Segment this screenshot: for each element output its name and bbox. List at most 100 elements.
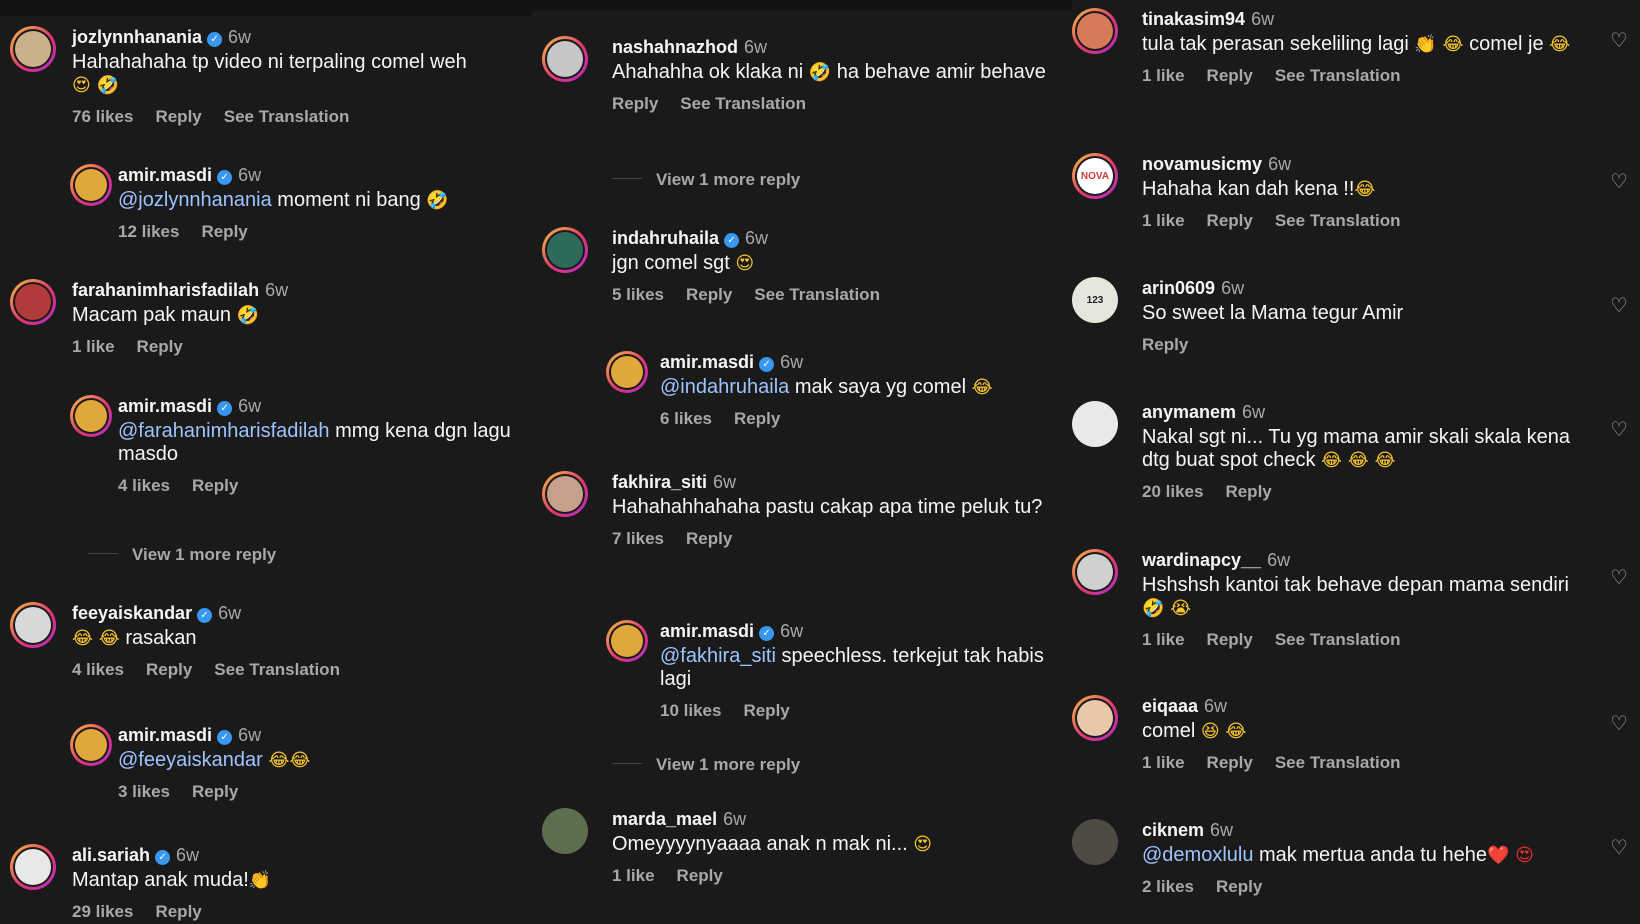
reply-button[interactable]: Reply [677,866,723,885]
avatar[interactable] [606,620,648,662]
avatar[interactable] [606,351,648,393]
likes-count[interactable]: 12 likes [118,222,179,241]
username[interactable]: marda_mael [612,809,717,829]
username[interactable]: amir.masdi [118,725,212,745]
likes-count[interactable]: 76 likes [72,107,133,126]
see-translation-button[interactable]: See Translation [214,660,340,679]
like-heart-icon[interactable]: ♡ [1610,171,1630,191]
mention-link[interactable]: @feeyaiskandar [118,749,263,771]
reply-button[interactable]: Reply [146,660,192,679]
mention-link[interactable]: @jozlynnhanania [118,189,272,211]
avatar[interactable]: 123 [1072,277,1118,323]
mention-link[interactable]: @indahruhaila [660,376,789,398]
avatar[interactable] [10,844,56,890]
likes-count[interactable]: 1 like [1142,630,1185,649]
mention-link[interactable]: @fakhira_siti [660,645,776,667]
likes-count[interactable]: 4 likes [118,476,170,495]
username[interactable]: ciknem [1142,820,1204,840]
see-translation-button[interactable]: See Translation [680,94,806,113]
reply-button[interactable]: Reply [686,285,732,304]
avatar[interactable] [1072,819,1118,865]
username[interactable]: tinakasim94 [1142,9,1245,29]
username[interactable]: ali.sariah [72,845,150,865]
avatar[interactable] [542,227,588,273]
view-more-replies-button[interactable]: View 1 more reply [88,545,276,565]
username[interactable]: arin0609 [1142,278,1215,298]
reply-button[interactable]: Reply [1142,335,1188,354]
username[interactable]: nashahnazhod [612,37,738,57]
username[interactable]: feeyaiskandar [72,603,192,623]
see-translation-button[interactable]: See Translation [754,285,880,304]
likes-count[interactable]: 1 like [612,866,655,885]
username[interactable]: amir.masdi [660,621,754,641]
username[interactable]: amir.masdi [118,396,212,416]
likes-count[interactable]: 20 likes [1142,482,1203,501]
avatar[interactable] [1072,549,1118,595]
likes-count[interactable]: 1 like [1142,66,1185,85]
likes-count[interactable]: 5 likes [612,285,664,304]
reply-button[interactable]: Reply [192,782,238,801]
avatar[interactable] [70,395,112,437]
likes-count[interactable]: 7 likes [612,529,664,548]
avatar[interactable] [10,26,56,72]
mention-link[interactable]: @demoxlulu [1142,844,1253,866]
avatar[interactable] [542,471,588,517]
see-translation-button[interactable]: See Translation [224,107,350,126]
username[interactable]: farahanimharisfadilah [72,280,259,300]
reply-button[interactable]: Reply [155,107,201,126]
reply-button[interactable]: Reply [1216,877,1262,896]
avatar[interactable] [1072,401,1118,447]
reply-button[interactable]: Reply [1207,630,1253,649]
see-translation-button[interactable]: See Translation [1275,753,1401,772]
likes-count[interactable]: 29 likes [72,902,133,921]
username[interactable]: jozlynnhanania [72,27,202,47]
likes-count[interactable]: 6 likes [660,409,712,428]
username[interactable]: indahruhaila [612,228,719,248]
reply-button[interactable]: Reply [743,701,789,720]
username[interactable]: amir.masdi [660,352,754,372]
username[interactable]: eiqaaa [1142,696,1198,716]
avatar[interactable] [1072,695,1118,741]
reply-button[interactable]: Reply [612,94,658,113]
avatar[interactable] [542,36,588,82]
username[interactable]: anymanem [1142,402,1236,422]
reply-button[interactable]: Reply [155,902,201,921]
reply-button[interactable]: Reply [201,222,247,241]
reply-button[interactable]: Reply [192,476,238,495]
reply-button[interactable]: Reply [137,337,183,356]
view-more-replies-button[interactable]: View 1 more reply [612,755,800,775]
username[interactable]: amir.masdi [118,165,212,185]
likes-count[interactable]: 3 likes [118,782,170,801]
avatar[interactable] [1072,8,1118,54]
like-heart-icon[interactable]: ♡ [1610,30,1630,50]
avatar[interactable] [10,602,56,648]
like-heart-icon[interactable]: ♡ [1610,837,1630,857]
reply-button[interactable]: Reply [1225,482,1271,501]
username[interactable]: fakhira_siti [612,472,707,492]
avatar[interactable] [70,164,112,206]
see-translation-button[interactable]: See Translation [1275,211,1401,230]
avatar[interactable] [70,724,112,766]
avatar[interactable] [10,279,56,325]
avatar[interactable] [542,808,588,854]
see-translation-button[interactable]: See Translation [1275,66,1401,85]
likes-count[interactable]: 1 like [72,337,115,356]
reply-button[interactable]: Reply [686,529,732,548]
view-more-replies-button[interactable]: View 1 more reply [612,170,800,190]
like-heart-icon[interactable]: ♡ [1610,713,1630,733]
reply-button[interactable]: Reply [734,409,780,428]
reply-button[interactable]: Reply [1207,66,1253,85]
avatar[interactable]: NOVA [1072,153,1118,199]
like-heart-icon[interactable]: ♡ [1610,419,1630,439]
see-translation-button[interactable]: See Translation [1275,630,1401,649]
like-heart-icon[interactable]: ♡ [1610,295,1630,315]
likes-count[interactable]: 4 likes [72,660,124,679]
reply-button[interactable]: Reply [1207,211,1253,230]
likes-count[interactable]: 1 like [1142,753,1185,772]
likes-count[interactable]: 2 likes [1142,877,1194,896]
likes-count[interactable]: 10 likes [660,701,721,720]
like-heart-icon[interactable]: ♡ [1610,567,1630,587]
username[interactable]: wardinapcy__ [1142,550,1261,570]
username[interactable]: novamusicmy [1142,154,1262,174]
mention-link[interactable]: @farahanimharisfadilah [118,420,330,442]
